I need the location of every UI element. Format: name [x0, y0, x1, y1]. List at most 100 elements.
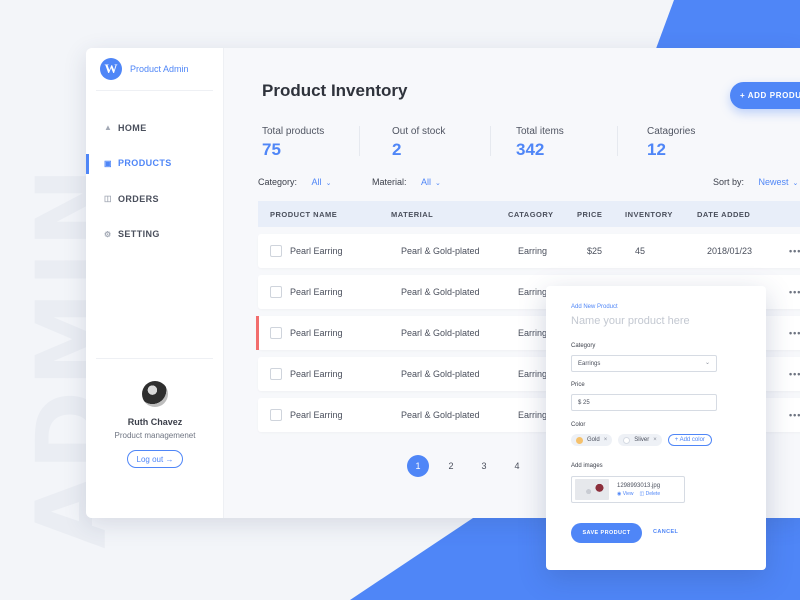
- cell-name: Pearl Earring: [290, 369, 343, 379]
- image-meta: 1298993013.jpg ◉ View ◫ Delete: [617, 483, 666, 497]
- row-checkbox[interactable]: [270, 368, 282, 380]
- cell-name: Pearl Earring: [290, 287, 343, 297]
- brand-name: Product Admin: [130, 64, 189, 74]
- page-button-3[interactable]: 3: [473, 455, 495, 477]
- column-header-name[interactable]: PRODUCT NAME: [258, 210, 391, 219]
- row-checkbox[interactable]: [270, 327, 282, 339]
- chevron-down-icon: ⌄: [435, 180, 441, 187]
- cancel-button[interactable]: CANCEL: [653, 529, 678, 535]
- sidebar-nav: ▲ HOME ▣ PRODUCTS ◫ ORDERS ⚙ SETTING: [86, 110, 224, 252]
- row-checkbox[interactable]: [270, 245, 282, 257]
- material-filter-label: Material:: [372, 177, 407, 187]
- delete-image-button[interactable]: ◫ Delete: [640, 491, 661, 497]
- color-label: Color: [571, 422, 586, 428]
- cell-date: 2018/01/23: [707, 246, 753, 256]
- stat-out-of-stock: Out of stock 2: [392, 126, 445, 160]
- image-actions: ◉ View ◫ Delete: [617, 491, 666, 497]
- category-label: Category: [571, 343, 596, 349]
- stat-total-products: Total products 75: [262, 126, 324, 160]
- cell-category: Earring: [518, 246, 548, 256]
- sidebar-item-products[interactable]: ▣ PRODUCTS: [86, 146, 224, 182]
- logout-button[interactable]: Log out →: [127, 450, 183, 468]
- page-button-2[interactable]: 2: [440, 455, 462, 477]
- home-icon: ▲: [104, 123, 113, 133]
- price-label: Price: [571, 382, 585, 388]
- image-thumbnail[interactable]: [575, 479, 609, 500]
- cart-icon: ◫: [104, 194, 112, 204]
- sort-filter: Sort by: Newest ⌄: [713, 177, 798, 187]
- stat-divider: [490, 126, 491, 156]
- brand-logo: W: [100, 58, 122, 80]
- arrow-right-icon: →: [163, 454, 174, 464]
- column-header-price[interactable]: PRICE: [577, 210, 625, 219]
- column-header-inventory[interactable]: INVENTORY: [625, 210, 697, 219]
- sidebar: W Product Admin ▲ HOME ▣ PRODUCTS ◫ ORDE…: [86, 48, 224, 518]
- color-swatch: [623, 436, 631, 444]
- image-filename: 1298993013.jpg: [617, 482, 661, 489]
- price-input[interactable]: $ 25: [571, 394, 717, 411]
- cell-name: Pearl Earring: [290, 410, 343, 420]
- stat-value: 2: [392, 140, 402, 159]
- material-filter-value: All: [421, 177, 432, 187]
- page-button-4[interactable]: 4: [506, 455, 528, 477]
- column-header-material[interactable]: MATERIAL: [391, 210, 508, 219]
- category-filter: Category: All ⌄: [258, 177, 331, 187]
- sidebar-item-home[interactable]: ▲ HOME: [86, 110, 224, 146]
- gear-icon: ⚙: [104, 229, 112, 239]
- add-product-panel: Add New Product Category Earrings ⌄ Pric…: [546, 286, 766, 570]
- sidebar-item-setting[interactable]: ⚙ SETTING: [86, 217, 224, 253]
- product-name-input[interactable]: [571, 315, 741, 327]
- material-filter-select[interactable]: All ⌄: [421, 177, 441, 187]
- more-options-icon[interactable]: •••: [789, 328, 800, 338]
- stat-categories: Catagories 12: [647, 126, 695, 160]
- sidebar-item-label: SETTING: [118, 229, 160, 240]
- add-color-button[interactable]: + Add color: [667, 434, 712, 446]
- stat-value: 342: [516, 140, 545, 159]
- column-header-date[interactable]: DATE ADDED: [697, 210, 779, 219]
- cell-name: Pearl Earring: [290, 328, 343, 338]
- page-button-1[interactable]: 1: [407, 455, 429, 477]
- column-header-category[interactable]: CATAGORY: [508, 210, 577, 219]
- cell-material: Pearl & Gold-plated: [401, 410, 480, 420]
- stat-label: Out of stock: [392, 126, 446, 137]
- stat-total-items: Total items 342: [516, 126, 564, 160]
- color-chip-label: Sliver: [634, 437, 650, 443]
- category-filter-label: Category:: [258, 177, 298, 187]
- user-profile: Ruth Chavez Product managemenet Log out …: [86, 381, 224, 468]
- briefcase-icon: ▣: [104, 158, 112, 168]
- stat-label: Total items: [516, 126, 564, 137]
- delete-label: Delete: [645, 490, 661, 497]
- sidebar-item-label: ORDERS: [118, 193, 159, 204]
- stat-divider: [617, 126, 618, 156]
- price-input-value: $ 25: [578, 399, 590, 406]
- row-checkbox[interactable]: [270, 409, 282, 421]
- sort-label: Sort by:: [713, 177, 745, 187]
- stat-value: 12: [647, 140, 666, 159]
- cell-material: Pearl & Gold-plated: [401, 369, 480, 379]
- user-name: Ruth Chavez: [127, 417, 183, 427]
- sidebar-divider: [96, 358, 213, 359]
- avatar: [142, 381, 168, 407]
- cell-material: Pearl & Gold-plated: [401, 287, 480, 297]
- view-image-button[interactable]: ◉ View: [617, 491, 634, 497]
- more-options-icon[interactable]: •••: [789, 287, 800, 297]
- row-checkbox[interactable]: [270, 286, 282, 298]
- sidebar-item-label: HOME: [118, 122, 147, 133]
- sort-select[interactable]: Newest ⌄: [759, 177, 799, 187]
- more-options-icon[interactable]: •••: [789, 369, 800, 379]
- add-product-button[interactable]: + ADD PRODUCT: [730, 82, 800, 109]
- more-options-icon[interactable]: •••: [789, 410, 800, 420]
- brand[interactable]: W Product Admin: [100, 58, 189, 80]
- save-product-button[interactable]: SAVE PRODUCT: [571, 523, 642, 543]
- close-icon[interactable]: ×: [653, 437, 657, 443]
- more-options-icon[interactable]: •••: [789, 246, 800, 256]
- category-select[interactable]: Earrings ⌄: [571, 355, 717, 372]
- table-row[interactable]: Pearl Earring Pearl & Gold-plated Earrin…: [258, 234, 800, 268]
- color-swatch: [576, 436, 583, 444]
- close-icon[interactable]: ×: [604, 437, 608, 443]
- table-header: PRODUCT NAME MATERIAL CATAGORY PRICE INV…: [258, 201, 800, 227]
- sidebar-item-orders[interactable]: ◫ ORDERS: [86, 181, 224, 217]
- category-filter-select[interactable]: All ⌄: [312, 177, 332, 187]
- stat-value: 75: [262, 140, 281, 159]
- chevron-down-icon: ⌄: [792, 180, 799, 187]
